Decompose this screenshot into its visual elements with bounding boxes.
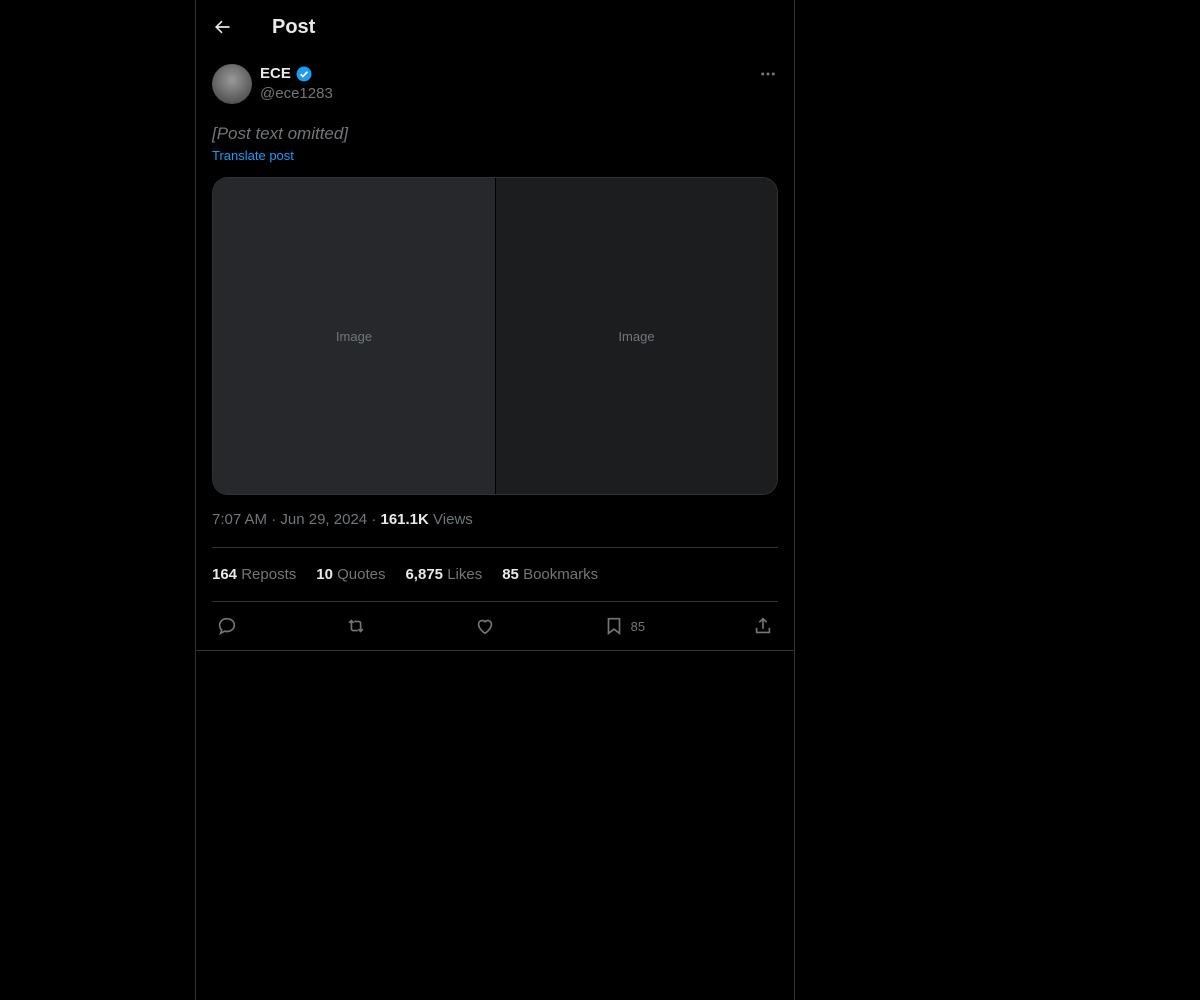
reposts-label: Reposts [241,566,297,583]
author-row: ECE @ece1283 [212,64,778,108]
post: ECE @ece1283 [Post text omitted] Transla… [196,54,794,651]
page-title: Post [272,15,316,38]
header: Post [196,0,794,54]
action-bar: 85 [212,602,778,650]
verified-badge-icon [296,66,312,82]
bookmark-count: 85 [630,618,646,634]
translate-post-link[interactable]: Translate post [212,148,294,163]
post-text: [Post text omitted] [212,122,778,146]
avatar[interactable] [212,64,252,104]
views-label: Views [433,511,473,528]
post-date[interactable]: Jun 29, 2024 [280,511,367,528]
author-names: ECE @ece1283 [260,64,333,104]
reposts-count: 164 [212,566,238,583]
repost-button[interactable] [345,615,367,637]
post-text-notice: [Post text omitted] [212,124,349,143]
display-name-wrapper[interactable]: ECE [260,64,313,84]
quotes-stat[interactable]: 10 Quotes [316,566,385,583]
bookmarks-stat[interactable]: 85 Bookmarks [502,566,598,583]
divider [196,650,794,651]
engagement-stats: 164 Reposts 10 Quotes 6,875 Likes 85 Boo… [212,548,778,601]
author-handle[interactable]: @ece1283 [260,84,333,104]
reply-icon [218,617,236,636]
post-meta: 7:07 AM · Jun 29, 2024 · 161.1K Views [212,511,778,533]
likes-stat[interactable]: 6,875 Likes [405,566,482,583]
more-options-button[interactable] [758,64,778,84]
views-count: 161.1K [380,511,429,528]
display-name[interactable]: ECE [260,64,291,84]
quotes-count: 10 [316,566,333,583]
more-options-icon [761,72,775,76]
bookmarks-label: Bookmarks [523,566,599,583]
repost-icon [348,619,364,633]
back-arrow-icon [215,20,230,34]
bookmarks-count: 85 [502,566,519,583]
bookmark-button[interactable]: 85 [603,615,645,637]
like-button[interactable] [474,615,496,637]
back-button[interactable] [212,17,232,37]
bookmark-icon [607,617,620,635]
meta-separator: · [371,511,377,528]
share-icon [755,617,771,634]
reposts-stat[interactable]: 164 Reposts [212,566,296,583]
reply-button[interactable] [216,615,238,637]
post-column: Post ECE @ece1283 [Post text omitted] Tr… [195,0,795,1000]
like-icon [477,619,492,635]
media-image-left[interactable]: Image [213,178,495,494]
quotes-label: Quotes [337,566,386,583]
media-image-right[interactable]: Image [495,178,777,494]
likes-label: Likes [447,566,483,583]
likes-count: 6,875 [405,566,444,583]
post-time[interactable]: 7:07 AM [212,511,267,528]
post-media[interactable]: Image Image [212,177,778,495]
meta-separator: · [271,511,277,528]
share-button[interactable] [752,615,774,637]
